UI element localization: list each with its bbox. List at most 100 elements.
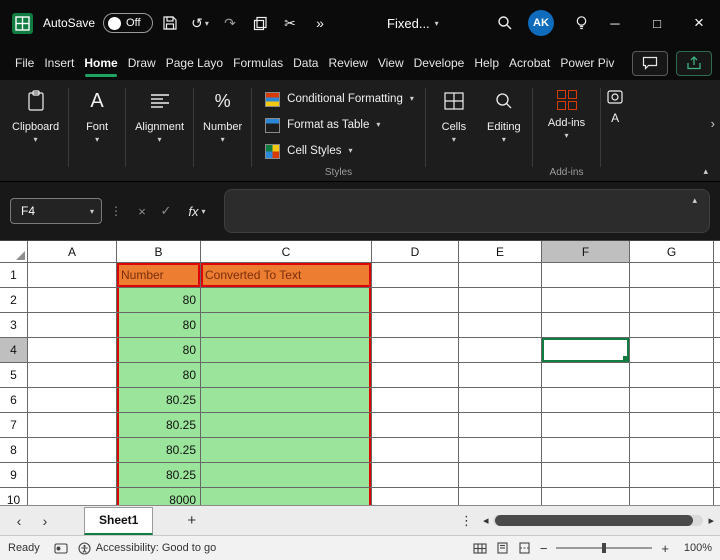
cell-F6[interactable]	[542, 388, 630, 413]
cell-D4[interactable]	[372, 338, 459, 363]
sheet-tab-options-icon[interactable]: ⋮	[450, 513, 483, 529]
number-group-button[interactable]: % Number ▾	[197, 86, 248, 146]
ribbon-tab-insert[interactable]: Insert	[39, 46, 79, 80]
cell-D6[interactable]	[372, 388, 459, 413]
cell-partial-1[interactable]	[714, 263, 720, 288]
editing-group-button[interactable]: Editing ▾	[479, 86, 529, 146]
collapse-ribbon-icon[interactable]: ▴	[703, 166, 708, 177]
cell-B8[interactable]: 80.25	[117, 438, 201, 463]
cell-partial-10[interactable]	[714, 488, 720, 505]
ribbon-partial-group-button[interactable]: A	[604, 86, 626, 127]
cell-E7[interactable]	[459, 413, 542, 438]
horizontal-scroll-thumb[interactable]	[495, 515, 693, 526]
cell-F4[interactable]	[542, 338, 630, 363]
ribbon-tab-file[interactable]: File	[10, 46, 39, 80]
ribbon-tab-power-piv[interactable]: Power Piv	[555, 46, 619, 80]
cell-partial-3[interactable]	[714, 313, 720, 338]
formula-input[interactable]: ▴	[224, 189, 710, 233]
alignment-group-button[interactable]: Alignment ▾	[129, 86, 190, 146]
column-header-C[interactable]: C	[201, 241, 372, 263]
cell-E1[interactable]	[459, 263, 542, 288]
cell-B6[interactable]: 80.25	[117, 388, 201, 413]
page-layout-view-button[interactable]	[496, 542, 509, 554]
enter-button[interactable]: ✓	[154, 203, 178, 219]
cell-G10[interactable]	[630, 488, 714, 505]
new-sheet-button[interactable]: +	[187, 512, 196, 529]
ribbon-tab-page-layo[interactable]: Page Layo	[161, 46, 228, 80]
row-header-1[interactable]: 1	[0, 263, 28, 288]
cell-D3[interactable]	[372, 313, 459, 338]
cell-B1[interactable]: Number	[117, 263, 201, 288]
horizontal-scroll-track[interactable]	[493, 515, 703, 526]
cell-G2[interactable]	[630, 288, 714, 313]
zoom-in-button[interactable]: +	[661, 541, 669, 556]
cell-G1[interactable]	[630, 263, 714, 288]
cell-B10[interactable]: 8000	[117, 488, 201, 505]
cell-F5[interactable]	[542, 363, 630, 388]
name-box[interactable]: F4 ▾	[10, 198, 102, 224]
cell-G7[interactable]	[630, 413, 714, 438]
cell-G8[interactable]	[630, 438, 714, 463]
cell-D10[interactable]	[372, 488, 459, 505]
search-button[interactable]	[492, 9, 518, 37]
cell-E8[interactable]	[459, 438, 542, 463]
macro-record-button[interactable]	[54, 543, 68, 554]
column-header-partial[interactable]	[714, 241, 720, 263]
account-avatar[interactable]: AK	[528, 10, 554, 36]
autosave-toggle[interactable]: Off	[103, 13, 153, 33]
normal-view-button[interactable]	[473, 543, 487, 554]
cell-E2[interactable]	[459, 288, 542, 313]
ribbon-scroll-right-icon[interactable]: ›	[711, 116, 715, 131]
cell-C4[interactable]	[201, 338, 372, 363]
cell-A9[interactable]	[28, 463, 117, 488]
cell-C10[interactable]	[201, 488, 372, 505]
cell-D2[interactable]	[372, 288, 459, 313]
cell-partial-5[interactable]	[714, 363, 720, 388]
cell-partial-7[interactable]	[714, 413, 720, 438]
ribbon-tab-formulas[interactable]: Formulas	[228, 46, 288, 80]
ribbon-tab-review[interactable]: Review	[323, 46, 372, 80]
cell-B7[interactable]: 80.25	[117, 413, 201, 438]
cut-button[interactable]: ✂	[277, 9, 303, 37]
minimize-button[interactable]: ─	[594, 0, 636, 46]
accessibility-status[interactable]: Accessibility: Good to go	[78, 542, 216, 555]
row-header-7[interactable]: 7	[0, 413, 28, 438]
redo-button[interactable]: ↷	[217, 9, 243, 37]
column-header-F[interactable]: F	[542, 241, 630, 263]
cell-A7[interactable]	[28, 413, 117, 438]
cell-F8[interactable]	[542, 438, 630, 463]
cell-D8[interactable]	[372, 438, 459, 463]
cell-D7[interactable]	[372, 413, 459, 438]
cell-G5[interactable]	[630, 363, 714, 388]
add-ins-button-label[interactable]: Add-ins	[548, 117, 585, 129]
cell-partial-8[interactable]	[714, 438, 720, 463]
cell-G6[interactable]	[630, 388, 714, 413]
undo-button[interactable]: ↺ ▾	[187, 9, 213, 37]
cell-E5[interactable]	[459, 363, 542, 388]
row-header-9[interactable]: 9	[0, 463, 28, 488]
cell-E4[interactable]	[459, 338, 542, 363]
cell-F7[interactable]	[542, 413, 630, 438]
cell-D9[interactable]	[372, 463, 459, 488]
zoom-slider-thumb[interactable]	[602, 543, 606, 553]
cell-F2[interactable]	[542, 288, 630, 313]
zoom-out-button[interactable]: −	[540, 541, 548, 556]
cell-B3[interactable]: 80	[117, 313, 201, 338]
ribbon-tab-draw[interactable]: Draw	[123, 46, 161, 80]
row-header-10[interactable]: 10	[0, 488, 28, 505]
save-button[interactable]	[157, 9, 183, 37]
cells-group-button[interactable]: Cells ▾	[429, 86, 479, 146]
format-as-table-button[interactable]: Format as Table ▾	[265, 112, 414, 138]
cell-C9[interactable]	[201, 463, 372, 488]
cell-D1[interactable]	[372, 263, 459, 288]
document-title-button[interactable]: Fixed... ▾	[387, 16, 439, 31]
cell-F10[interactable]	[542, 488, 630, 505]
cell-A8[interactable]	[28, 438, 117, 463]
cell-partial-6[interactable]	[714, 388, 720, 413]
cell-A6[interactable]	[28, 388, 117, 413]
cell-D5[interactable]	[372, 363, 459, 388]
ribbon-tab-help[interactable]: Help	[469, 46, 504, 80]
conditional-formatting-button[interactable]: Conditional Formatting ▾	[265, 86, 414, 112]
clipboard-group-button[interactable]: Clipboard ▾	[6, 86, 65, 146]
cell-partial-2[interactable]	[714, 288, 720, 313]
